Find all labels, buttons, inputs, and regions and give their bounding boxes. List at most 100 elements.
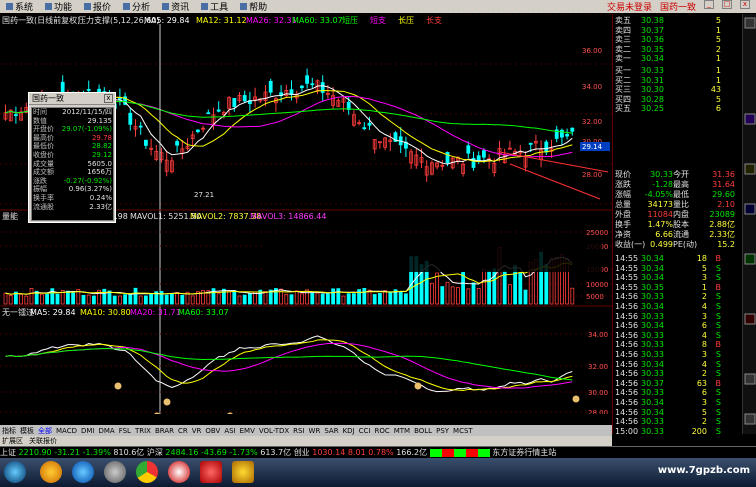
extension-tab[interactable]: 扩展区: [2, 436, 23, 446]
candle-body: [544, 141, 549, 153]
indicator-tab-wr[interactable]: WR: [309, 427, 321, 435]
tick-price: 30.37: [641, 378, 664, 388]
quote-row: 涨幅 -4.05%最低 29.60: [615, 190, 741, 199]
bid-price: 30.28: [641, 94, 664, 104]
tick-row: 14:56 30.33 3 S: [615, 350, 741, 359]
menu-quote[interactable]: 报价: [78, 0, 117, 13]
volume-bar: [237, 295, 242, 305]
indicator-tab-asi[interactable]: ASI: [224, 427, 235, 435]
quote-panel: 卖五 30.38 5 卖四 30.37 1 卖三 30.36 5 卖二 30.35 2 卖一 30.34 1…: [612, 14, 742, 436]
indicator-tab-macd[interactable]: MACD: [56, 427, 77, 435]
indicator-tab-kdj[interactable]: KDJ: [343, 427, 355, 435]
ask-volume: 1: [715, 25, 721, 35]
indicator-tab-cci[interactable]: CCI: [359, 427, 371, 435]
quote-key: 外盘: [615, 210, 631, 219]
candle-body: [86, 89, 91, 91]
data-window-title-bar[interactable]: 国药一致 x: [29, 93, 115, 105]
extension-tab[interactable]: 关联报价: [29, 436, 57, 446]
overlay-block: [262, 244, 602, 272]
volume-bar: [502, 270, 507, 305]
bid-label: 买四: [615, 94, 631, 104]
data-window-value: 0.96(3.27%): [68, 185, 112, 194]
tick-time: 14:56: [615, 350, 639, 359]
indicator-tab-brar[interactable]: BRAR: [155, 427, 174, 435]
indicator-tab-sar[interactable]: SAR: [324, 427, 338, 435]
close-button[interactable]: x: [740, 0, 750, 9]
side-toolbar[interactable]: [742, 14, 756, 434]
volume-bar: [3, 292, 8, 305]
data-window-row: 振幅 0.96(3.27%): [32, 185, 113, 194]
stock-app-icon[interactable]: [200, 461, 222, 483]
bid-price: 30.31: [641, 75, 664, 85]
indicator-tab-dma[interactable]: DMA: [98, 427, 114, 435]
indicator-tab-模板[interactable]: 模板: [20, 426, 34, 436]
tick-time: 14:56: [615, 330, 639, 340]
data-window-value: 29.12: [91, 150, 112, 159]
minimize-button[interactable]: _: [704, 0, 714, 9]
tick-price: 30.35: [641, 282, 664, 292]
indicator-tab-trix[interactable]: TRIX: [135, 427, 151, 435]
bid-label: 买三: [615, 85, 631, 94]
trade-login-status[interactable]: 交易未登录: [607, 0, 652, 13]
player-icon[interactable]: [168, 461, 190, 483]
indicator-tab-psy[interactable]: PSY: [436, 427, 449, 435]
menu-help[interactable]: 帮助: [234, 0, 273, 13]
volume-bar: [310, 293, 315, 305]
quote-key: 流通: [673, 230, 689, 239]
indicator-tab-boll[interactable]: BOLL: [414, 427, 432, 435]
close-icon[interactable]: x: [104, 94, 113, 103]
menu-tools[interactable]: 工具: [195, 0, 234, 13]
tick-row: 14:55 30.34 5 S: [615, 264, 741, 273]
server-name[interactable]: 东方证券行情主站: [492, 448, 556, 457]
menu-function[interactable]: 功能: [39, 0, 78, 13]
volume-bar: [92, 295, 96, 305]
indicator-tab-obv[interactable]: OBV: [205, 427, 220, 435]
volume-bar: [429, 282, 434, 305]
tick-direction: B: [715, 282, 722, 292]
volume-bar: [55, 293, 60, 305]
menu-info[interactable]: 资讯: [156, 0, 195, 13]
money-bag-icon: [572, 395, 580, 403]
indicator-tab-emv[interactable]: EMV: [240, 427, 255, 435]
data-window-value: 2.33亿: [89, 202, 112, 211]
tool-icon[interactable]: [232, 461, 254, 483]
indicator-tab-mtm[interactable]: MTM: [394, 427, 410, 435]
indicator-tab-全部[interactable]: 全部: [38, 426, 52, 436]
ask-price: 30.35: [641, 44, 664, 54]
tick-volume: 3: [701, 398, 707, 407]
chrome-icon[interactable]: [136, 461, 158, 483]
indicator-tab-vr[interactable]: VR: [192, 427, 202, 435]
ma12-label: MA12: 31.12: [196, 16, 247, 25]
volume-bar: [476, 288, 481, 305]
volume-bar: [523, 289, 528, 305]
indicator-tab-rsi[interactable]: RSI: [293, 427, 304, 435]
indicator-tab-vol-tdx[interactable]: VOL-TDX: [259, 427, 289, 435]
folder-icon[interactable]: [40, 461, 62, 483]
data-window-title: 国药一致: [32, 94, 64, 103]
indicator-tab-mcst[interactable]: MCST: [453, 427, 473, 435]
indicator-tab-dmi[interactable]: DMI: [81, 427, 95, 435]
menu-analysis[interactable]: 分析: [117, 0, 156, 13]
ie-icon[interactable]: [72, 461, 94, 483]
menu-system[interactable]: 系统: [0, 0, 39, 13]
indicator-tab-指标[interactable]: 指标: [2, 426, 16, 436]
tick-row: 14:56 30.33 2 S: [615, 292, 741, 301]
tick-direction: S: [715, 330, 721, 340]
candle-body: [367, 122, 372, 126]
app-icon[interactable]: [104, 461, 126, 483]
tick-price: 30.34: [641, 359, 664, 369]
indicator-tab-cr[interactable]: CR: [178, 427, 188, 435]
maximize-button[interactable]: □: [722, 0, 732, 9]
data-window[interactable]: 国药一致 x 时间 2012/11/15/四 数值 29.135 开盘价 29.07(-1…: [28, 92, 116, 223]
indicator-tab-roc[interactable]: ROC: [374, 427, 389, 435]
chart-title: 国药一致(日线前复权): [2, 15, 80, 25]
ask-volume: 5: [715, 16, 721, 25]
start-button-icon[interactable]: [4, 461, 26, 483]
data-window-value: 0.24%: [89, 193, 112, 202]
ask-label: 卖一: [615, 54, 631, 63]
volume-bar: [232, 290, 237, 305]
data-window-value: 5605.0: [87, 159, 113, 168]
indicator-tab-fsl[interactable]: FSL: [119, 427, 131, 435]
volume-bar: [450, 286, 455, 305]
ask-label: 卖四: [615, 25, 631, 35]
